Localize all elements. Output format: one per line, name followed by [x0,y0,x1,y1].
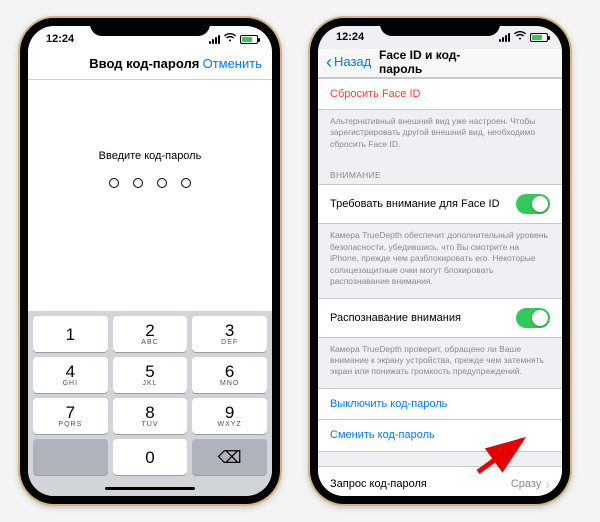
home-indicator[interactable] [28,480,272,496]
passcode-dots [109,178,191,188]
key-8[interactable]: 8TUV [113,398,188,434]
attention-aware-cell[interactable]: Распознавание внимания [318,298,562,338]
chevron-left-icon: ‹ [326,53,332,71]
key-delete[interactable]: ⌫ [192,439,267,475]
turn-off-passcode-label: Выключить код-пароль [330,398,447,410]
nav-title: Ввод код-пароля [89,56,199,71]
screen-left: 12:24 Ввод код-пароля Отменить Введите к… [28,26,272,496]
key-3[interactable]: 3DEF [192,316,267,352]
cellular-signal-icon [209,35,220,44]
reset-faceid-cell[interactable]: Сбросить Face ID [318,78,562,110]
passcode-dot [157,178,167,188]
attention-aware-toggle[interactable] [516,308,550,328]
key-blank [33,439,108,475]
number-keypad: 1 2ABC 3DEF 4GHI 5JKL 6MNO 7PQRS 8TUV 9W… [28,311,272,480]
status-time: 12:24 [336,31,364,43]
cancel-button[interactable]: Отменить [203,56,262,71]
passcode-dot [133,178,143,188]
passcode-dot [109,178,119,188]
key-6[interactable]: 6MNO [192,357,267,393]
nav-bar: Ввод код-пароля Отменить [28,52,272,80]
attention-aware-footer: Камера TrueDepth проверит, обращено ли В… [318,338,562,388]
require-attention-footer: Камера TrueDepth обеспечит дополнительны… [318,224,562,297]
wifi-icon [224,33,236,45]
require-attention-toggle[interactable] [516,194,550,214]
change-passcode-cell[interactable]: Сменить код-пароль [318,420,562,452]
phone-right: 12:24 ‹ Назад Face ID и код-пароль Сброс… [310,18,570,504]
status-time: 12:24 [46,33,74,45]
settings-list[interactable]: Сбросить Face ID Альтернативный внешний … [318,78,562,496]
key-1[interactable]: 1 [33,316,108,352]
back-button[interactable]: ‹ Назад [326,53,371,71]
battery-icon [240,35,258,44]
screen-right: 12:24 ‹ Назад Face ID и код-пароль Сброс… [318,26,562,496]
reset-faceid-footer: Альтернативный внешний вид уже настроен.… [318,110,562,160]
attention-aware-label: Распознавание внимания [330,312,461,324]
back-label: Назад [334,54,371,69]
key-5[interactable]: 5JKL [113,357,188,393]
require-passcode-cell[interactable]: Запрос код-пароля Сразу › [318,466,562,496]
key-7[interactable]: 7PQRS [33,398,108,434]
notch [90,18,210,36]
require-attention-label: Требовать внимание для Face ID [330,198,500,210]
phone-left: 12:24 Ввод код-пароля Отменить Введите к… [20,18,280,504]
battery-icon [530,33,548,42]
change-passcode-label: Сменить код-пароль [330,429,435,441]
cellular-signal-icon [499,33,510,42]
key-9[interactable]: 9WXYZ [192,398,267,434]
passcode-dot [181,178,191,188]
require-attention-cell[interactable]: Требовать внимание для Face ID [318,184,562,224]
reset-faceid-label: Сбросить Face ID [330,88,420,100]
key-2[interactable]: 2ABC [113,316,188,352]
turn-off-passcode-cell[interactable]: Выключить код-пароль [318,388,562,420]
wifi-icon [514,31,526,43]
require-passcode-label: Запрос код-пароля [330,478,427,490]
key-4[interactable]: 4GHI [33,357,108,393]
require-passcode-value: Сразу [511,478,541,490]
nav-bar: ‹ Назад Face ID и код-пароль [318,49,562,78]
spacer [318,452,562,466]
attention-header: ВНИМАНИЕ [318,160,562,184]
nav-title: Face ID и код-пароль [379,48,501,76]
prompt-label: Введите код-пароль [99,150,202,162]
key-0[interactable]: 0 [113,439,188,475]
notch [380,18,500,36]
chevron-right-icon: › [545,476,550,492]
passcode-prompt: Введите код-пароль [28,80,272,311]
